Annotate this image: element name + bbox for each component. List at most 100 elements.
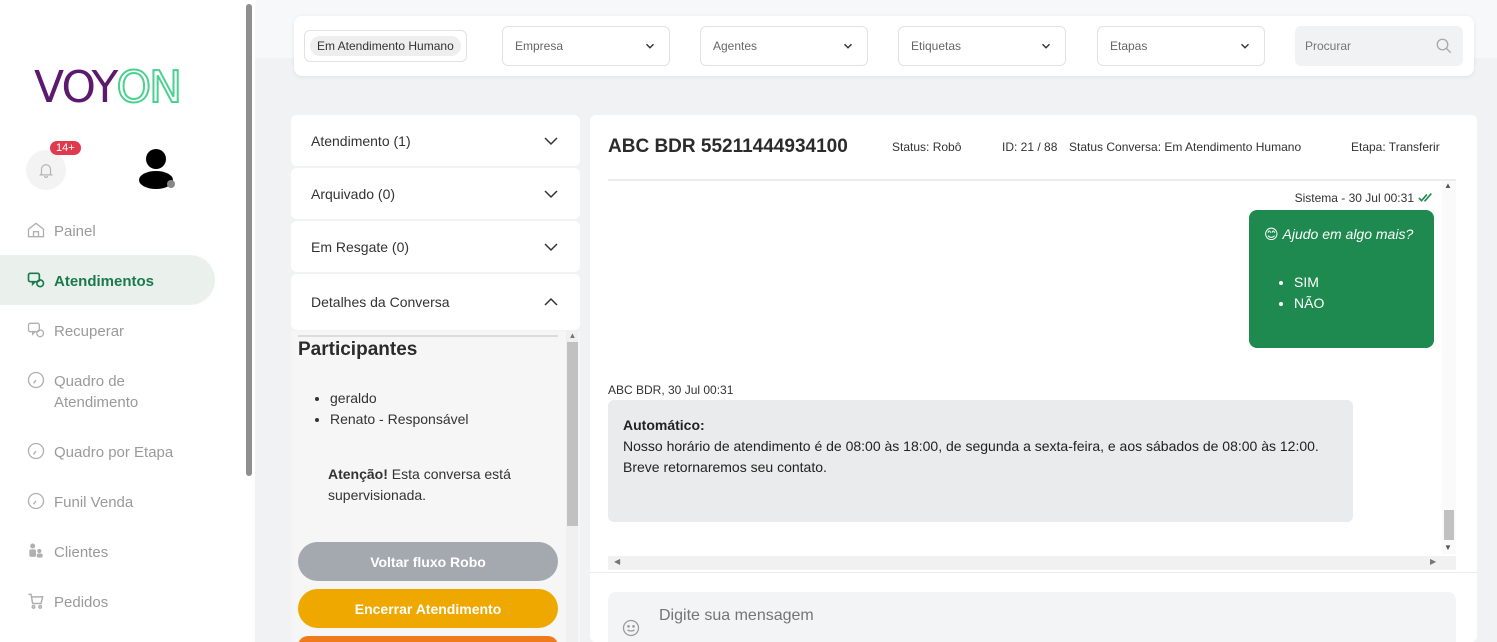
chat-scrollbar-thumb[interactable] [1444, 510, 1454, 540]
search-input[interactable] [1305, 39, 1425, 53]
end-attendance-button[interactable]: Encerrar Atendimento [298, 589, 558, 628]
participants-list: geraldo Renato - Responsável [330, 388, 469, 430]
chat-vertical-scrollbar[interactable] [1442, 181, 1456, 554]
sidebar-item-clientes[interactable]: Clientes [0, 526, 215, 576]
participant-item: geraldo [330, 388, 469, 409]
sidebar-item-label: Recuperar [54, 323, 125, 340]
user-avatar-icon [139, 149, 175, 189]
system-message-meta: Sistema - 30 Jul 00:31 [1295, 191, 1434, 205]
option-list: SIM NÃO [1264, 272, 1419, 314]
sidebar-item-atendimentos[interactable]: Atendimentos [0, 255, 215, 305]
user-avatar[interactable] [136, 147, 176, 189]
sidebar-scrollbar[interactable] [246, 4, 252, 476]
accordion-label: Detalhes da Conversa [311, 294, 450, 310]
accordion-atendimento[interactable]: Atendimento (1) [291, 115, 580, 166]
sidebar-item-label: Atendimentos [54, 273, 155, 290]
chat-contact-title: ABC BDR 55211444934100 [608, 136, 848, 157]
message-input[interactable] [659, 607, 1359, 625]
sidebar-item-quadro-etapa[interactable]: Quadro por Etapa [0, 426, 215, 476]
sidebar: VOY ON 14+ Painel Atendimentos Recuperar … [0, 0, 255, 642]
details-scrollbar-thumb[interactable] [567, 342, 578, 526]
scroll-down-arrow-icon[interactable]: ▼ [1444, 543, 1452, 552]
accordion-em-resgate[interactable]: Em Resgate (0) [291, 221, 580, 272]
status-filter-chip[interactable]: Em Atendimento Humano [304, 30, 467, 62]
sidebar-item-label: Funil Venda [54, 494, 134, 511]
agentes-select-label: Agentes [713, 39, 758, 53]
contact-message-line: Breve retornaremos seu contato. [623, 459, 827, 475]
sidebar-item-label: Pedidos [54, 594, 109, 611]
gauge-icon [27, 371, 45, 389]
scroll-left-arrow-icon[interactable]: ◀ [614, 557, 620, 566]
divider [298, 335, 558, 337]
chat-status: Status: Robô [892, 140, 962, 154]
home-icon [27, 222, 45, 238]
chevron-down-icon [844, 43, 852, 49]
sidebar-item-pedidos[interactable]: Pedidos [0, 576, 215, 626]
sidebar-item-quadro-atendimento[interactable]: Quadro de Atendimento [0, 355, 215, 426]
participants-title: Participantes [298, 339, 418, 360]
notifications-button[interactable] [26, 150, 66, 190]
system-message-bubble: 😊 Ajudo em algo mais? SIM NÃO [1249, 210, 1434, 348]
contact-message-bubble: Automático: Nosso horário de atendimento… [608, 400, 1353, 522]
scroll-up-arrow-icon[interactable]: ▲ [1444, 181, 1452, 190]
sidebar-nav: Painel Atendimentos Recuperar Quadro de … [0, 205, 215, 626]
partially-visible-button[interactable] [298, 636, 558, 642]
chat-conversation-status: Status Conversa: Em Atendimento Humano [1069, 140, 1302, 154]
etapas-select-label: Etapas [1110, 39, 1148, 53]
message-list: Sistema - 30 Jul 00:31 😊 Ajudo em algo m… [608, 181, 1456, 556]
chevron-down-icon [544, 242, 558, 251]
message-sender-time: Sistema - 30 Jul 00:31 [1294, 191, 1414, 205]
notification-count-badge: 14+ [50, 141, 81, 155]
supervision-warning: Atenção! Esta conversa está supervisiona… [328, 464, 548, 506]
chevron-down-icon [544, 189, 558, 198]
chat-panel: ABC BDR 55211444934100 Status: Robô ID: … [590, 115, 1477, 642]
back-to-robot-flow-button[interactable]: Voltar fluxo Robo [298, 542, 558, 581]
sidebar-item-label: Clientes [54, 544, 109, 561]
agentes-select[interactable]: Agentes [700, 26, 868, 66]
scroll-up-arrow-icon[interactable]: ▲ [567, 331, 578, 341]
sidebar-item-label: Quadro por Etapa [54, 444, 174, 461]
chat-horizontal-scrollbar[interactable] [608, 556, 1456, 570]
gauge-icon [27, 492, 45, 510]
voyon-logo[interactable]: VOY ON [34, 61, 183, 114]
emoji-icon[interactable] [621, 618, 641, 638]
sidebar-item-label: Painel [54, 223, 96, 240]
etapas-select[interactable]: Etapas [1097, 26, 1265, 66]
scroll-right-arrow-icon[interactable]: ▶ [1430, 557, 1436, 566]
contact-message-line: Nosso horário de atendimento é de 08:00 … [623, 438, 1319, 454]
sidebar-item-funil-venda[interactable]: Funil Venda [0, 476, 215, 526]
chat-icon [27, 272, 45, 288]
chevron-down-icon [1042, 43, 1050, 49]
accordion-label: Atendimento (1) [311, 132, 411, 149]
option-item: SIM [1294, 272, 1419, 293]
chevron-down-icon [544, 136, 558, 145]
users-icon [29, 543, 43, 558]
sidebar-item-label: Quadro de Atendimento [54, 373, 139, 411]
search-icon[interactable] [1435, 37, 1453, 55]
contact-message-meta: ABC BDR, 30 Jul 00:31 [608, 383, 734, 397]
accordion-detalhes-conversa[interactable]: Detalhes da Conversa [291, 274, 580, 330]
chat-footer-divider [590, 572, 1477, 573]
accordion-arquivado[interactable]: Arquivado (0) [291, 168, 580, 219]
conversation-details-panel: Participantes geraldo Renato - Responsáv… [291, 331, 580, 642]
system-message-question: 😊 Ajudo em algo mais? [1264, 226, 1419, 243]
empresa-select-label: Empresa [515, 39, 564, 53]
sidebar-item-painel[interactable]: Painel [0, 205, 215, 255]
search-box[interactable] [1295, 26, 1463, 66]
empresa-select[interactable]: Empresa [502, 26, 670, 66]
message-composer [608, 592, 1456, 642]
gauge-icon [27, 442, 45, 460]
etiquetas-select-label: Etiquetas [911, 39, 962, 53]
warning-label: Atenção! [328, 466, 388, 482]
question-text: Ajudo em algo mais? [1282, 226, 1414, 242]
sidebar-item-recuperar[interactable]: Recuperar [0, 305, 215, 355]
accordion-label: Arquivado (0) [311, 185, 396, 202]
logo-text-voy: VOY [34, 61, 118, 113]
double-check-icon [1418, 193, 1432, 202]
etiquetas-select[interactable]: Etiquetas [898, 26, 1066, 66]
chat-recover-icon [27, 322, 45, 338]
chevron-up-icon [544, 297, 558, 306]
accordion-label: Em Resgate (0) [311, 238, 410, 255]
conversation-accordion: Atendimento (1) Arquivado (0) Em Resgate… [291, 115, 580, 642]
contact-message-title: Automático: [623, 417, 705, 433]
